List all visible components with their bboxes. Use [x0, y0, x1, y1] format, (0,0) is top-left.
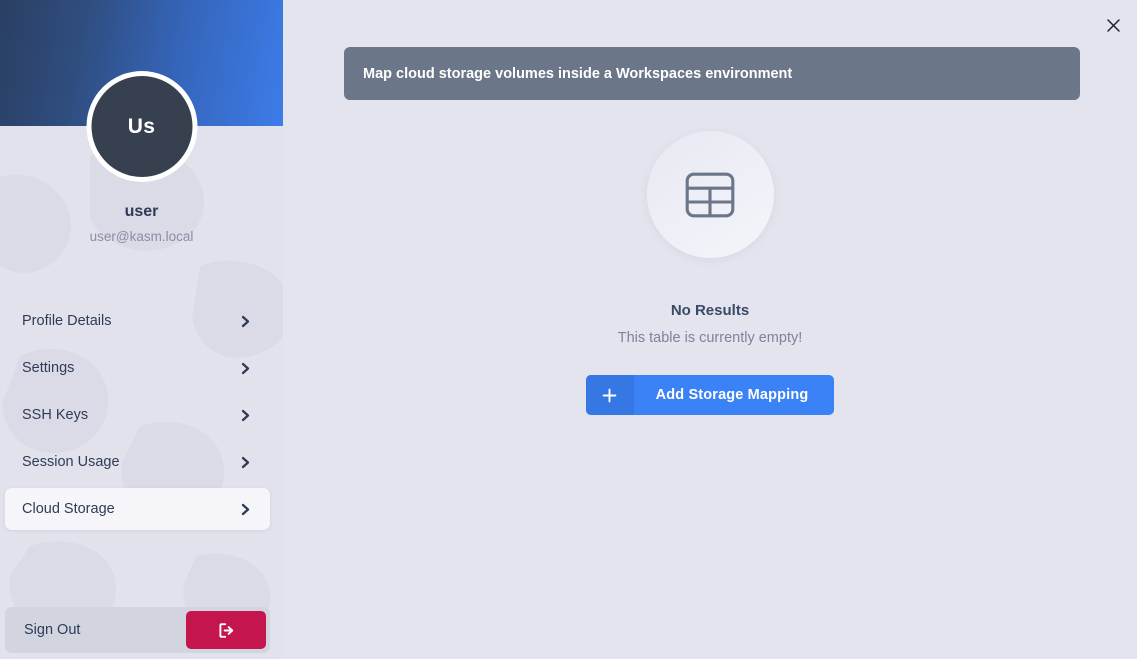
kasm-profile-modal: Us user user@kasm.local Profile Details … [0, 0, 1137, 659]
chevron-right-icon [239, 409, 252, 422]
close-button[interactable] [1100, 12, 1126, 38]
empty-state-subtitle: This table is currently empty! [618, 330, 803, 346]
empty-state-icon-circle [647, 131, 774, 258]
sidebar-item-session-usage[interactable]: Session Usage [5, 441, 270, 483]
chevron-right-icon [239, 503, 252, 516]
sidebar-nav: Profile Details Settings SSH Keys Sessio… [5, 300, 270, 535]
avatar: Us [86, 71, 197, 182]
sidebar-item-cloud-storage[interactable]: Cloud Storage [5, 488, 270, 530]
main-content: Map cloud storage volumes inside a Works… [283, 0, 1137, 659]
table-icon [685, 172, 735, 218]
page-banner: Map cloud storage volumes inside a Works… [344, 47, 1080, 100]
sidebar-item-label: Profile Details [22, 313, 111, 329]
close-icon [1106, 18, 1121, 33]
sidebar-item-ssh-keys[interactable]: SSH Keys [5, 394, 270, 436]
chevron-right-icon [239, 456, 252, 469]
empty-state: No Results This table is currently empty… [283, 131, 1137, 415]
empty-state-title: No Results [671, 302, 749, 319]
sidebar-item-label: SSH Keys [22, 407, 88, 423]
user-name: user [0, 203, 283, 221]
sidebar-item-label: Session Usage [22, 454, 120, 470]
avatar-initials: Us [91, 76, 192, 177]
sidebar-item-label: Cloud Storage [22, 501, 115, 517]
sign-out-icon [218, 622, 235, 639]
signout-panel: Sign Out [5, 607, 270, 653]
sidebar-item-settings[interactable]: Settings [5, 347, 270, 389]
chevron-right-icon [239, 362, 252, 375]
add-storage-mapping-button[interactable]: Add Storage Mapping [586, 375, 835, 415]
user-email: user@kasm.local [0, 229, 283, 244]
signout-button[interactable] [186, 611, 266, 649]
chevron-right-icon [239, 315, 252, 328]
add-storage-mapping-label: Add Storage Mapping [634, 375, 835, 415]
plus-icon [586, 375, 634, 415]
sidebar-item-label: Settings [22, 360, 74, 376]
sidebar-item-profile-details[interactable]: Profile Details [5, 300, 270, 342]
profile-sidebar: Us user user@kasm.local Profile Details … [0, 0, 283, 659]
banner-text: Map cloud storage volumes inside a Works… [363, 66, 792, 82]
signout-label: Sign Out [24, 622, 80, 638]
